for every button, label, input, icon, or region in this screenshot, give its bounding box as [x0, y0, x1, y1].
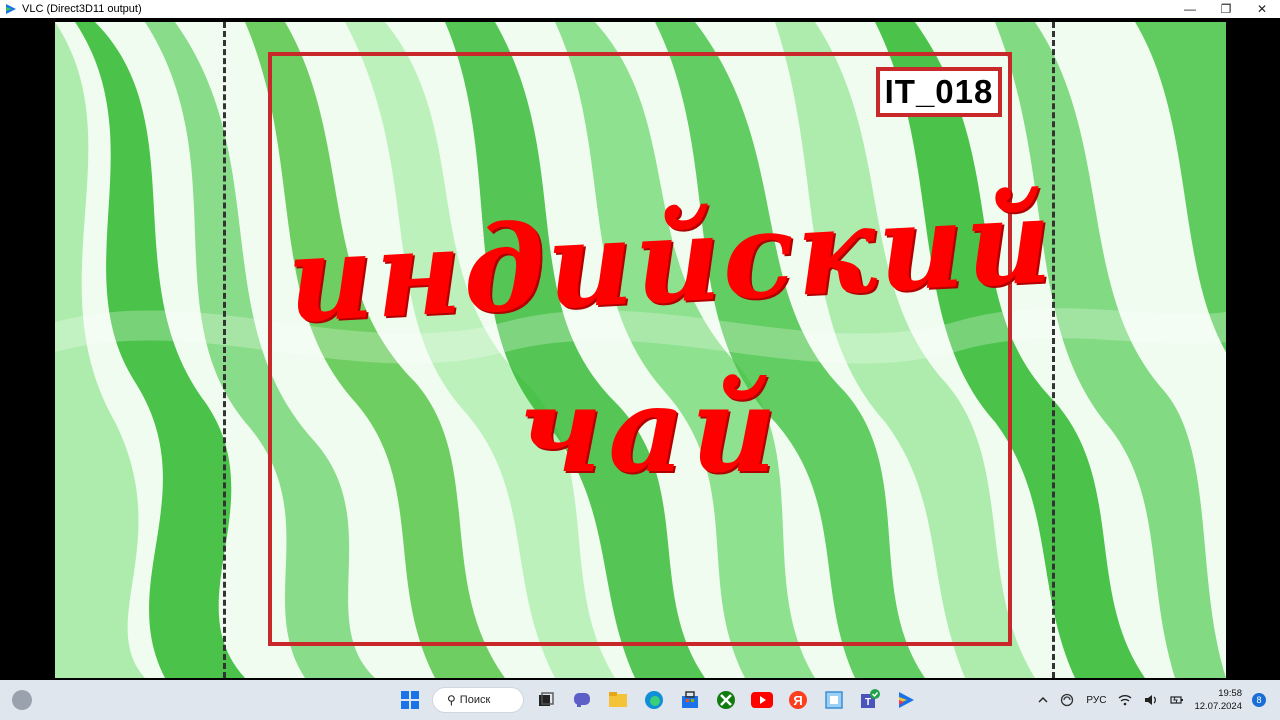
search-label: Поиск	[459, 694, 491, 706]
clock-time: 19:58	[1218, 688, 1242, 699]
minimize-button[interactable]: —	[1172, 0, 1208, 18]
close-button[interactable]: ✕	[1244, 0, 1280, 18]
windows-taskbar: ⚲ Поиск Я T РУС 19:58 12.07.2024 8	[0, 680, 1280, 720]
close-icon: ✕	[1256, 2, 1268, 16]
svg-text:Я: Я	[793, 693, 802, 708]
search-icon: ⚲	[447, 693, 456, 707]
taskbar-search-box[interactable]: ⚲ Поиск	[432, 687, 524, 713]
yandex-icon[interactable]: Я	[780, 684, 816, 716]
vlc-play-icon[interactable]	[888, 684, 924, 716]
clock[interactable]: 19:58 12.07.2024	[1190, 687, 1248, 713]
product-code-badge: IT_018	[876, 67, 1002, 117]
chevron-up-icon[interactable]	[1032, 696, 1054, 704]
wifi-icon[interactable]	[1112, 694, 1138, 706]
task-view-icon[interactable]	[528, 684, 564, 716]
youtube-icon[interactable]	[744, 684, 780, 716]
svg-text:T: T	[865, 697, 871, 708]
store-icon[interactable]	[672, 684, 708, 716]
dashed-cut-line-left	[223, 22, 226, 678]
label-border	[268, 52, 1012, 646]
teams-icon[interactable]: T	[852, 684, 888, 716]
product-title-line2: чай	[518, 360, 783, 499]
language-indicator[interactable]: РУС	[1080, 695, 1112, 706]
notification-badge[interactable]: 8	[1252, 693, 1266, 707]
maximize-button[interactable]: ❐	[1208, 0, 1244, 18]
xbox-icon[interactable]	[708, 684, 744, 716]
taskbar-pinned-apps: ⚲ Поиск Я T	[392, 684, 924, 716]
windows-start-icon[interactable]	[392, 684, 428, 716]
weather-icon[interactable]	[12, 690, 32, 710]
battery-plug-icon[interactable]	[1164, 694, 1190, 706]
dashed-cut-line-right	[1052, 22, 1055, 678]
maximize-icon: ❐	[1220, 2, 1232, 16]
chat-icon[interactable]	[564, 684, 600, 716]
clock-date: 12.07.2024	[1194, 701, 1242, 712]
video-output-area[interactable]: IT_018 индийский чай	[0, 18, 1280, 680]
network-status-icon[interactable]	[1054, 693, 1080, 707]
system-tray: РУС 19:58 12.07.2024 8	[1032, 680, 1280, 720]
edge-browser-icon[interactable]	[636, 684, 672, 716]
volume-icon[interactable]	[1138, 694, 1164, 706]
window-title: VLC (Direct3D11 output)	[22, 3, 142, 15]
photo-app-icon[interactable]	[816, 684, 852, 716]
video-frame: IT_018 индийский чай	[55, 22, 1226, 678]
minimize-icon: —	[1184, 2, 1196, 16]
file-explorer-icon[interactable]	[600, 684, 636, 716]
vlc-app-icon	[6, 4, 16, 14]
window-titlebar: VLC (Direct3D11 output) — ❐ ✕	[0, 0, 1280, 18]
